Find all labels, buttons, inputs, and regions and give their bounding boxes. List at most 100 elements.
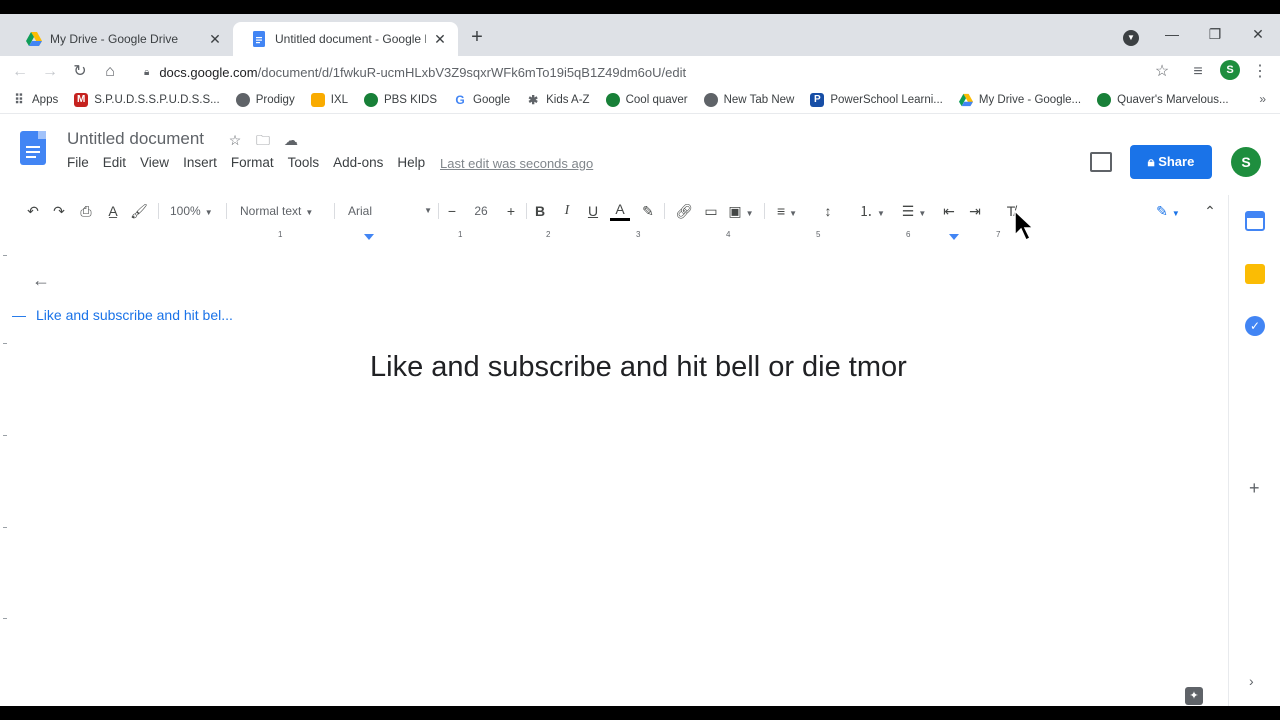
media-icon[interactable]: ≡	[1186, 60, 1210, 84]
explore-icon[interactable]: ✦	[1185, 687, 1203, 705]
bookmark-label: My Drive - Google...	[978, 93, 1082, 106]
browser-toolbar: ← → ↻ ⌂ 🔒︎ docs.google.com /document/d/1…	[0, 56, 1280, 86]
minimize-icon[interactable]: —	[1157, 22, 1187, 46]
bookmark-powerschool[interactable]: P PowerSchool Learni...	[810, 92, 943, 107]
insert-image-icon[interactable]: ▣ ▼	[726, 199, 756, 223]
keep-icon[interactable]	[1245, 264, 1265, 284]
menu-view[interactable]: View	[133, 155, 176, 170]
decrease-font-size-icon[interactable]: −	[443, 199, 461, 223]
horizontal-ruler[interactable]: 1 1 2 3 4 5 6 7	[278, 228, 1044, 244]
more-vert-icon[interactable]: ⋮	[1248, 60, 1272, 84]
menu-tools[interactable]: Tools	[281, 155, 327, 170]
get-add-ons-icon[interactable]: +	[1249, 478, 1260, 499]
tab-search-icon[interactable]: ▼	[1123, 30, 1139, 46]
bookmark-spuds[interactable]: M S.P.U.D.S.S.P.U.D.S.S...	[74, 92, 220, 107]
move-folder-icon[interactable]: 🗀︎	[254, 131, 272, 149]
close-icon[interactable]: ✕	[207, 31, 223, 47]
menu-format[interactable]: Format	[224, 155, 281, 170]
align-left-icon[interactable]: ≡ ▼	[772, 199, 802, 223]
outline-heading[interactable]: — Like and subscribe and hit bel...	[12, 307, 233, 323]
google-docs-logo-icon[interactable]	[20, 131, 46, 165]
underline-icon[interactable]: U	[583, 199, 603, 223]
share-button[interactable]: 🔒︎ Share	[1130, 145, 1212, 179]
quaver-icon	[605, 92, 620, 107]
back-icon[interactable]: ←	[8, 60, 32, 84]
zoom-value: 100%	[170, 204, 201, 218]
paint-format-icon[interactable]: 🖌︎	[128, 199, 150, 223]
home-icon[interactable]: ⌂	[98, 60, 122, 84]
highlight-color-icon[interactable]: ✎	[638, 199, 658, 223]
spellcheck-icon[interactable]: A̲	[102, 199, 124, 223]
menu-insert[interactable]: Insert	[176, 155, 224, 170]
bookmarks-overflow-icon[interactable]: »	[1259, 92, 1266, 106]
bookmark-cool-quaver[interactable]: Cool quaver	[605, 92, 688, 107]
bookmark-ixl[interactable]: IXL	[310, 92, 348, 107]
document-body-text[interactable]: Like and subscribe and hit bell or die t…	[370, 345, 930, 389]
editing-mode-icon[interactable]: ✎ ▼	[1150, 199, 1186, 223]
bookmark-label: Apps	[32, 93, 59, 106]
print-icon[interactable]: ⎙	[75, 199, 97, 223]
bookmark-prodigy[interactable]: Prodigy	[235, 92, 295, 107]
tab-untitled-document[interactable]: Untitled document - Google Do ✕	[233, 22, 458, 56]
ixl-icon	[310, 92, 325, 107]
bookmark-google[interactable]: G Google	[453, 93, 510, 107]
bookmark-kids-az[interactable]: ✱ Kids A-Z	[526, 93, 590, 107]
menu-help[interactable]: Help	[390, 155, 432, 170]
last-edit-link[interactable]: Last edit was seconds ago	[440, 156, 593, 171]
bulleted-list-icon[interactable]: ☰ ▼	[896, 199, 932, 223]
menu-file[interactable]: File	[60, 155, 96, 170]
bookmark-star-icon[interactable]: ☆	[1150, 60, 1174, 84]
quaver-icon	[1097, 92, 1112, 107]
font-size-input[interactable]: 26	[469, 199, 493, 223]
forward-icon[interactable]: →	[38, 60, 62, 84]
expand-panel-icon[interactable]: ›	[1249, 673, 1254, 689]
zoom-select[interactable]: 100% ▼	[170, 199, 213, 223]
bookmark-pbs-kids[interactable]: PBS KIDS	[363, 92, 437, 107]
calendar-icon[interactable]	[1245, 211, 1265, 231]
menu-bar: File Edit View Insert Format Tools Add-o…	[60, 155, 432, 170]
italic-icon[interactable]: I	[557, 199, 577, 223]
hide-menus-icon[interactable]: ⌃	[1200, 199, 1220, 223]
bookmark-quavers-marvelous[interactable]: Quaver's Marvelous...	[1097, 92, 1229, 107]
new-tab-button[interactable]: +	[466, 26, 488, 48]
menu-add-ons[interactable]: Add-ons	[326, 155, 390, 170]
close-icon[interactable]: ✕	[432, 31, 448, 47]
tab-my-drive[interactable]: My Drive - Google Drive ✕	[8, 22, 233, 56]
bookmark-new-tab-new[interactable]: New Tab New	[703, 92, 794, 107]
comment-history-icon[interactable]	[1090, 152, 1112, 172]
add-comment-icon[interactable]: ▭	[700, 199, 722, 223]
insert-link-icon[interactable]: 🔗︎	[673, 199, 695, 223]
bold-icon[interactable]: B	[530, 199, 550, 223]
profile-avatar[interactable]: S	[1220, 60, 1240, 80]
font-select[interactable]: Arial ▼	[348, 199, 432, 223]
left-indent-marker[interactable]	[364, 234, 374, 240]
bookmark-my-drive[interactable]: My Drive - Google...	[958, 93, 1082, 107]
redo-icon[interactable]: ↷	[48, 199, 70, 223]
tab-strip: My Drive - Google Drive ✕ Untitled docum…	[0, 14, 1280, 56]
restore-icon[interactable]: ❐	[1200, 22, 1230, 46]
decrease-indent-icon[interactable]: ⇤	[939, 199, 959, 223]
line-spacing-icon[interactable]: ↕	[816, 199, 840, 223]
bookmark-apps[interactable]: ⠿ Apps	[12, 92, 59, 107]
font-value: Arial	[348, 204, 373, 218]
tasks-icon[interactable]: ✓	[1245, 316, 1265, 336]
increase-indent-icon[interactable]: ⇥	[965, 199, 985, 223]
account-avatar[interactable]: S	[1231, 147, 1261, 177]
document-page[interactable]: Like and subscribe and hit bell or die t…	[280, 245, 1045, 706]
text-color-icon[interactable]: A	[610, 199, 630, 221]
back-arrow-icon[interactable]: ←	[32, 270, 50, 291]
menu-edit[interactable]: Edit	[96, 155, 133, 170]
bookmark-label: Prodigy	[255, 93, 295, 106]
side-panel: ✓ + ›	[1228, 195, 1280, 706]
star-icon[interactable]: ☆	[226, 131, 244, 149]
numbered-list-icon[interactable]: ⒈ ▼	[854, 199, 890, 223]
document-title[interactable]: Untitled document	[67, 129, 204, 149]
increase-font-size-icon[interactable]: +	[502, 199, 520, 223]
paragraph-style-select[interactable]: Normal text ▼	[240, 199, 313, 223]
close-window-icon[interactable]: ✕	[1243, 22, 1273, 46]
undo-icon[interactable]: ↶	[22, 199, 44, 223]
right-indent-marker[interactable]	[949, 234, 959, 240]
chevron-down-icon: ▼	[305, 208, 314, 217]
reload-icon[interactable]: ↻	[68, 60, 92, 84]
address-bar[interactable]: 🔒︎ docs.google.com /document/d/1fwkuR-uc…	[132, 58, 1182, 86]
